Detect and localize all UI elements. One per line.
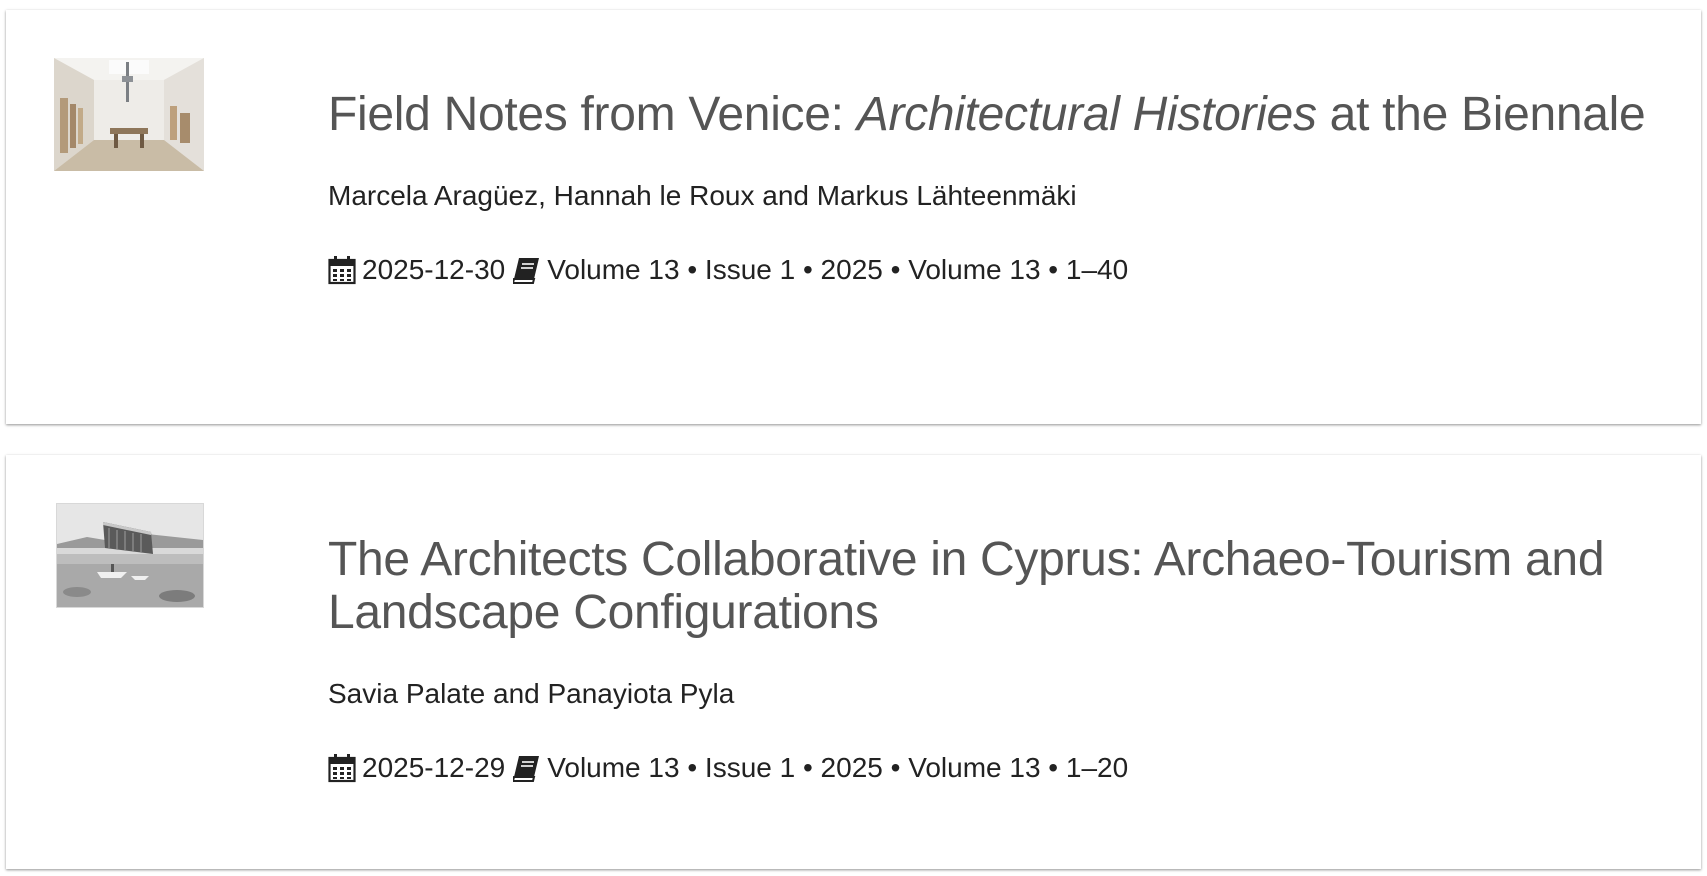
gallery-interior-image: [54, 58, 204, 171]
article-meta: 2025-12-30 Volume 13 • Issue 1 • 2025 • …: [328, 253, 1661, 287]
article-volume-info: Volume 13 • Issue 1 • 2025 • Volume 13 •…: [547, 752, 1129, 783]
article-authors: Marcela Aragüez, Hannah le Roux and Mark…: [328, 180, 1077, 211]
article-thumbnail[interactable]: [54, 58, 204, 171]
book-icon: [513, 255, 541, 285]
article-body: The Architects Collaborative in Cyprus: …: [328, 533, 1661, 785]
calendar-icon: [328, 753, 356, 783]
book-icon: [513, 753, 541, 783]
calendar-icon: [328, 255, 356, 285]
article-title: Field Notes from Venice: Architectural H…: [328, 88, 1661, 141]
article-date: 2025-12-30: [362, 254, 506, 285]
article-thumbnail[interactable]: [56, 503, 204, 608]
article-card: The Architects Collaborative in Cyprus: …: [6, 455, 1701, 869]
article-meta: 2025-12-29 Volume 13 • Issue 1 • 2025 • …: [328, 751, 1661, 785]
article-title-link[interactable]: The Architects Collaborative in Cyprus: …: [328, 533, 1605, 639]
article-date: 2025-12-29: [362, 752, 506, 783]
coastal-hotel-image: [57, 504, 203, 607]
article-volume-info: Volume 13 • Issue 1 • 2025 • Volume 13 •…: [547, 254, 1129, 285]
article-list: Field Notes from Venice: Architectural H…: [0, 0, 1707, 876]
article-title: The Architects Collaborative in Cyprus: …: [328, 533, 1661, 639]
article-body: Field Notes from Venice: Architectural H…: [328, 88, 1661, 287]
article-authors: Savia Palate and Panayiota Pyla: [328, 678, 735, 709]
article-card: Field Notes from Venice: Architectural H…: [6, 10, 1701, 424]
article-title-link[interactable]: Field Notes from Venice: Architectural H…: [328, 88, 1646, 141]
